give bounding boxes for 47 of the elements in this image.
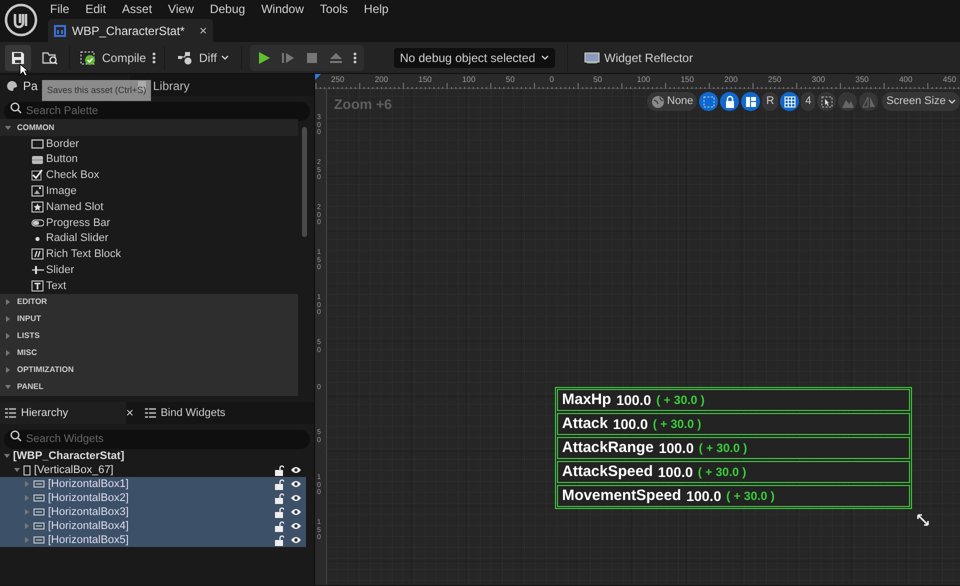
ruler-label: 450	[942, 74, 956, 86]
tree-item-label: [HorizontalBox4]	[48, 519, 130, 533]
stat-bonus: ( + 30.0 )	[656, 392, 705, 409]
document-tab-title: WBP_CharacterStat*	[72, 22, 186, 40]
ruler-label: 200	[374, 74, 388, 86]
stat-name: AttackSpeed	[562, 462, 653, 482]
tree-item-label: [HorizontalBox1]	[48, 477, 130, 491]
category-label: PANEL	[17, 381, 44, 394]
tree-item-label: [VerticalBox_67]	[34, 463, 114, 477]
zoom-label: Zoom +6	[334, 95, 392, 114]
ruler-label: 250	[768, 74, 782, 86]
ruler-label: 150	[418, 74, 432, 86]
category-label: OPTIMIZATION	[17, 364, 74, 376]
category-label: INPUT	[17, 313, 41, 326]
category-label: LISTS	[17, 330, 40, 342]
ruler-label: 200	[724, 74, 738, 86]
stat-bonus: ( + 30.0 )	[652, 416, 702, 433]
category-label: MISC	[17, 347, 37, 360]
ruler-label: 250	[331, 74, 344, 86]
stat-bonus: ( + 30.0 )	[698, 464, 746, 481]
tooltip: Saves this asset (Ctrl+S)	[42, 80, 152, 101]
ruler-label: 50	[506, 74, 515, 86]
stat-name: MovementSpeed	[562, 486, 682, 506]
stat-name: Attack	[562, 414, 608, 434]
ruler-label: 400	[899, 74, 912, 86]
tree-item-label: [WBP_CharacterStat]	[13, 449, 126, 463]
ruler-label: 100	[636, 74, 650, 86]
category-label: COMMON	[17, 122, 54, 134]
tree-item-label: [HorizontalBox3]	[48, 505, 130, 519]
ruler-label: 100	[462, 74, 476, 86]
stat-name: AttackRange	[562, 438, 654, 458]
stat-value: 100.0	[658, 438, 694, 458]
ruler-label: 0	[550, 74, 554, 86]
stat-value: 100.0	[686, 486, 722, 506]
ruler-label: 350	[855, 74, 869, 86]
tree-item-label: [HorizontalBox5]	[48, 533, 130, 547]
category-label: EDITOR	[17, 296, 48, 308]
ruler-label: 300	[812, 74, 826, 86]
stat-bonus: ( + 30.0 )	[698, 440, 748, 457]
ruler-label: 50	[593, 74, 602, 86]
ruler-label: 150	[680, 74, 694, 86]
stat-value: 100.0	[616, 390, 652, 410]
stat-name: MaxHp	[562, 390, 612, 410]
stat-value: 100.0	[612, 414, 648, 434]
stat-value: 100.0	[658, 462, 693, 482]
stat-bonus: ( + 30.0 )	[726, 488, 775, 505]
tree-item-label: [HorizontalBox2]	[48, 491, 130, 505]
